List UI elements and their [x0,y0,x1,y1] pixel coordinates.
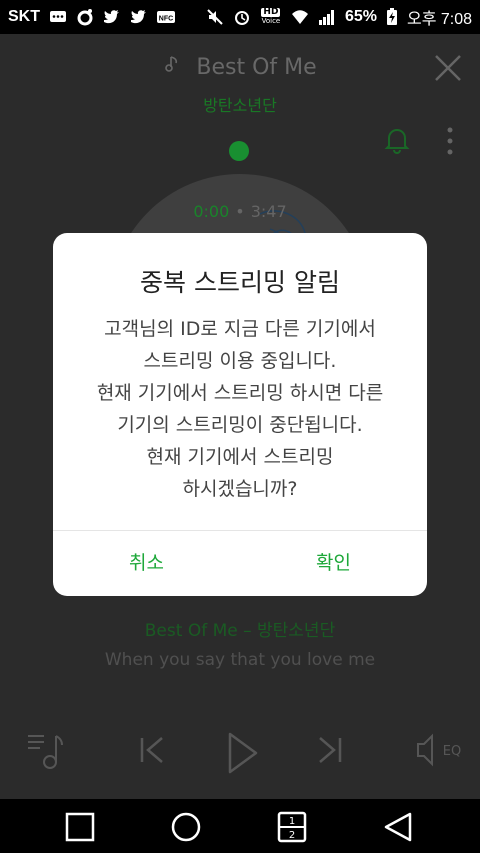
duplicate-streaming-dialog: 중복 스트리밍 알림 고객님의 ID로 지금 다른 기기에서 스트리밍 이용 중… [53,233,427,596]
wifi-icon [291,8,309,26]
twitter-icon [103,8,121,26]
dual-window-bottom-label: 2 [289,830,295,841]
dialog-message-line: 현재 기기에서 스트리밍 [146,446,334,468]
navigation-bar: 1 2 [0,799,480,853]
cancel-button[interactable]: 취소 [53,533,240,593]
dialog-message: 고객님의 ID로 지금 다른 기기에서 스트리밍 이용 중입니다. 현재 기기에… [53,313,427,505]
dual-window-top-label: 1 [289,816,295,827]
status-bar: SKT NFC HD Voice 65% 오후 7:08 [0,0,480,34]
battery-percent: 65% [344,8,377,25]
back-icon [384,812,412,842]
recent-apps-icon [65,812,95,842]
battery-charging-icon [386,8,398,26]
home-button[interactable] [170,811,202,843]
dialog-message-line: 하시겠습니까? [182,478,298,500]
dialog-message-line: 현재 기기에서 스트리밍 하시면 다른 [96,382,384,404]
dual-window-button[interactable]: 1 2 [276,811,308,843]
dialog-message-line: 기기의 스트리밍이 중단됩니다. [117,414,363,436]
dialog-message-line: 고객님의 ID로 지금 다른 기기에서 [104,318,376,340]
nfc-icon: NFC [157,8,175,26]
dialog-divider [53,530,427,531]
dual-window-icon: 1 2 [277,811,307,843]
home-icon [171,812,201,842]
recent-apps-button[interactable] [64,811,96,843]
message-icon [49,8,67,26]
hd-voice-icon: HD Voice [260,8,282,26]
confirm-button[interactable]: 확인 [240,533,427,593]
nfc-label: NFC [159,16,173,23]
alarm-icon [233,8,251,26]
app-notification-icon [76,8,94,26]
back-button[interactable] [382,811,414,843]
signal-icon [318,8,336,26]
dialog-message-line: 스트리밍 이용 중입니다. [143,350,337,372]
hd-label: HD [261,7,281,17]
carrier-label: SKT [8,8,40,25]
mute-icon [206,8,224,26]
dialog-title: 중복 스트리밍 알림 [140,268,340,297]
clock: 오후 7:08 [406,11,472,28]
voice-label: Voice [261,17,281,25]
twitter-icon-2 [130,8,148,26]
